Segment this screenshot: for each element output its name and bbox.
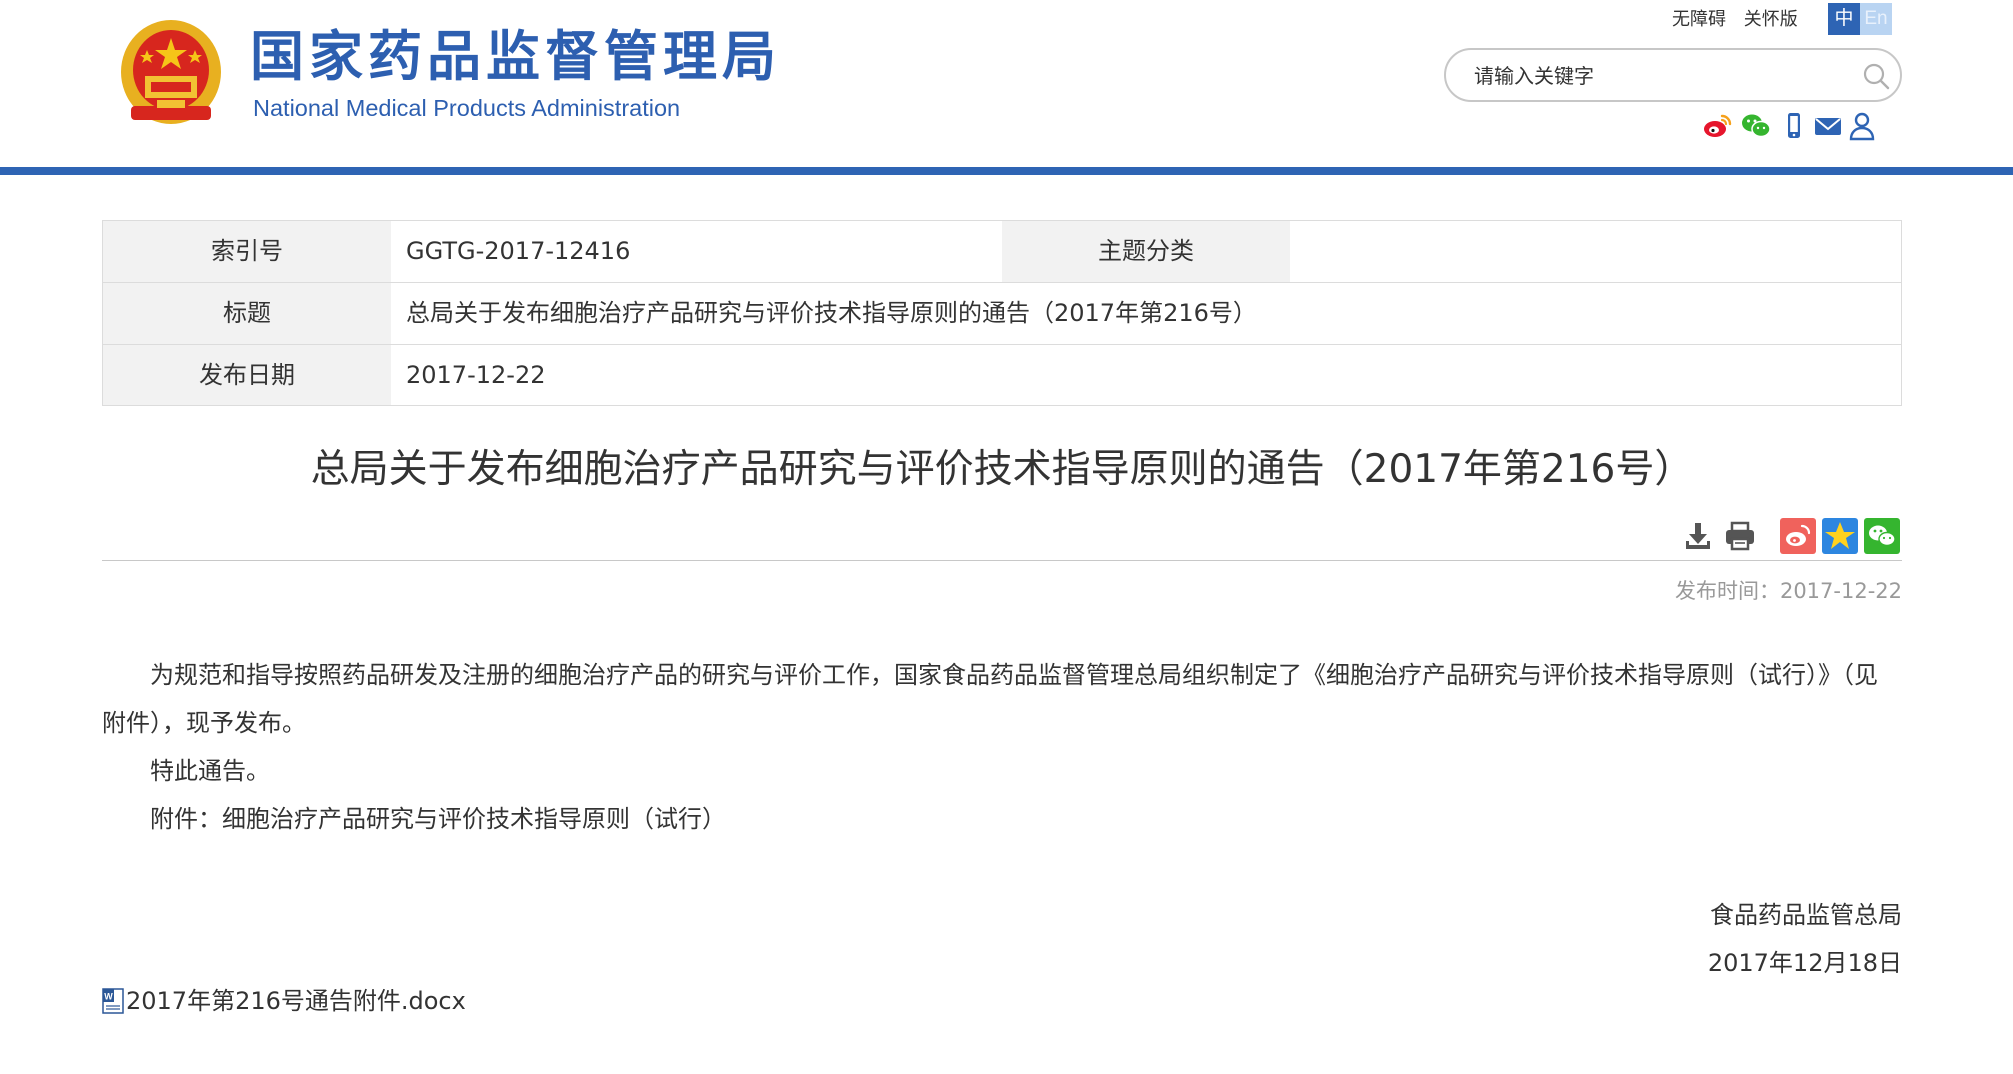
language-switch: 中 En bbox=[1828, 3, 1892, 35]
header-divider-bar bbox=[0, 167, 2013, 175]
publish-time: 发布时间：2017-12-22 bbox=[1674, 579, 1902, 603]
category-label: 主题分类 bbox=[1002, 221, 1290, 282]
metadata-row-index: 索引号 GGTG-2017-12416 主题分类 bbox=[103, 221, 1901, 283]
weibo-icon[interactable] bbox=[1702, 110, 1734, 142]
date-label: 发布日期 bbox=[103, 345, 391, 405]
care-mode-link[interactable]: 关怀版 bbox=[1744, 9, 1798, 30]
download-icon[interactable] bbox=[1680, 518, 1716, 554]
title-divider bbox=[102, 560, 1902, 561]
article-title: 总局关于发布细胞治疗产品研究与评价技术指导原则的通告（2017年第216号） bbox=[310, 447, 1694, 492]
top-links: 无障碍 关怀版 bbox=[1672, 6, 1810, 34]
index-value: GGTG-2017-12416 bbox=[406, 237, 631, 265]
article-paragraph-attachment: 附件：细胞治疗产品研究与评价技术指导原则（试行） bbox=[150, 805, 726, 833]
title-label: 标题 bbox=[103, 283, 391, 344]
article-paragraph-line2: 附件），现予发布。 bbox=[102, 709, 306, 737]
attachment-link[interactable]: W 2017年第216号通告附件.docx bbox=[102, 984, 466, 1018]
title-value: 总局关于发布细胞治疗产品研究与评价技术指导原则的通告（2017年第216号） bbox=[406, 299, 1257, 327]
metadata-table: 索引号 GGTG-2017-12416 主题分类 标题 总局关于发布细胞治疗产品… bbox=[102, 220, 1902, 406]
date-value: 2017-12-22 bbox=[406, 361, 546, 389]
mail-icon[interactable] bbox=[1812, 110, 1844, 142]
favorite-icon[interactable] bbox=[1822, 518, 1858, 554]
mobile-icon[interactable] bbox=[1778, 110, 1810, 142]
article-paragraph-line1: 为规范和指导按照药品研发及注册的细胞治疗产品的研究与评价工作，国家食品药品监督管… bbox=[150, 661, 1878, 689]
lang-zh-button[interactable]: 中 bbox=[1828, 3, 1860, 35]
article-paragraph-notice: 特此通告。 bbox=[150, 757, 270, 785]
site-header: 国家药品监督管理局 National Medical Products Admi… bbox=[0, 0, 2013, 176]
search-icon[interactable] bbox=[1862, 62, 1890, 90]
signature-org: 食品药品监管总局 bbox=[1710, 901, 1902, 929]
signature-date: 2017年12月18日 bbox=[1707, 949, 1902, 977]
weibo-share-icon[interactable] bbox=[1780, 518, 1816, 554]
search-box bbox=[1444, 48, 1902, 102]
svg-text:W: W bbox=[104, 992, 113, 1002]
user-icon[interactable] bbox=[1846, 110, 1878, 142]
accessibility-link[interactable]: 无障碍 bbox=[1672, 9, 1726, 30]
lang-en-button[interactable]: En bbox=[1860, 3, 1892, 35]
wechat-icon[interactable] bbox=[1740, 110, 1772, 142]
site-title-cn: 国家药品监督管理局 bbox=[250, 25, 781, 88]
word-doc-icon: W bbox=[102, 988, 124, 1014]
search-input[interactable] bbox=[1474, 62, 1834, 90]
print-icon[interactable] bbox=[1722, 518, 1758, 554]
metadata-row-date: 发布日期 2017-12-22 bbox=[103, 345, 1901, 406]
national-emblem-icon bbox=[121, 20, 221, 124]
attachment-filename: 2017年第216号通告附件.docx bbox=[126, 987, 466, 1015]
wechat-share-icon[interactable] bbox=[1864, 518, 1900, 554]
index-label: 索引号 bbox=[103, 221, 391, 282]
site-title-en: National Medical Products Administration bbox=[253, 95, 681, 121]
metadata-row-title: 标题 总局关于发布细胞治疗产品研究与评价技术指导原则的通告（2017年第216号… bbox=[103, 283, 1901, 345]
